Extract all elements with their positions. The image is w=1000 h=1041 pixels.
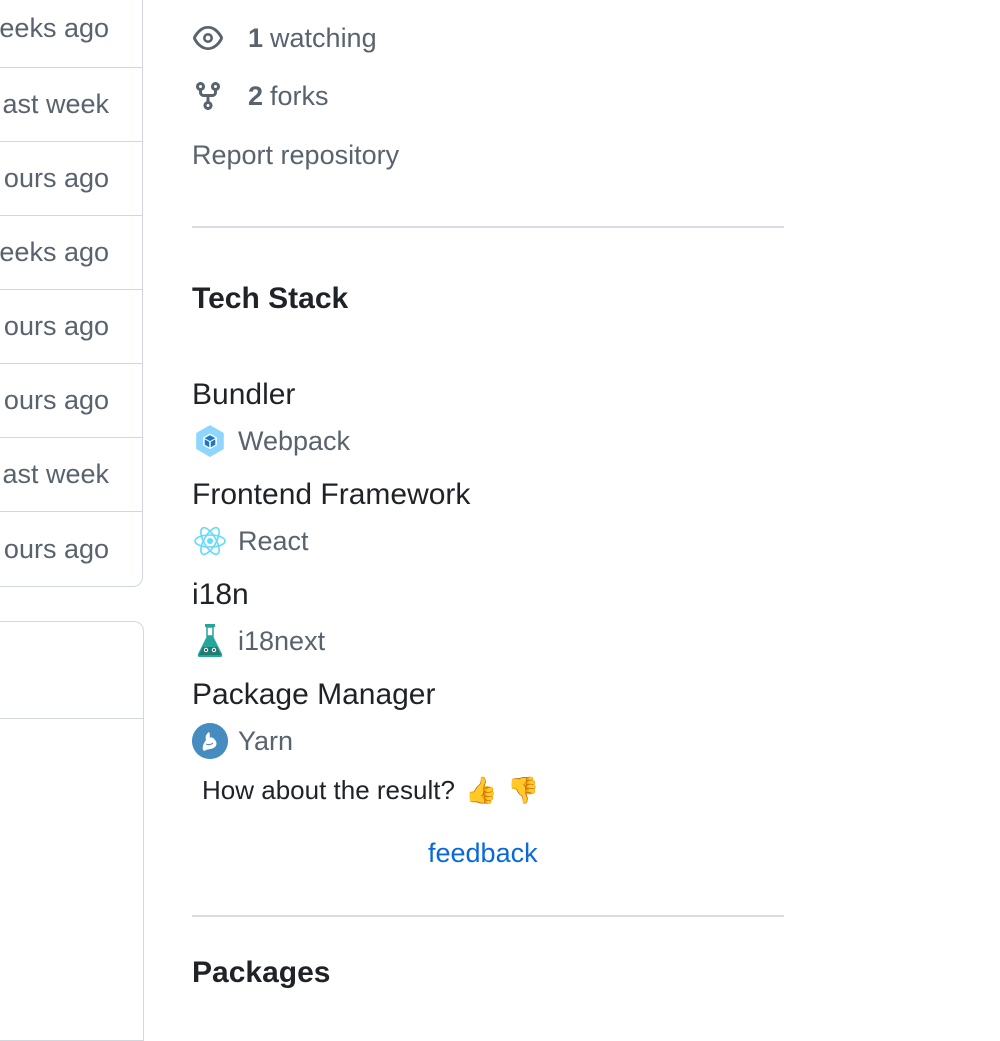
watching-label: watching — [270, 22, 377, 53]
forks-link[interactable]: 2 forks — [192, 80, 329, 112]
feedback-link[interactable]: feedback — [428, 838, 538, 869]
i18next-icon — [192, 623, 228, 659]
commit-time: ast week — [2, 89, 109, 119]
category-i18n: i18n — [192, 578, 249, 611]
commit-time: ours ago — [3, 163, 109, 193]
tech-webpack[interactable]: Webpack — [192, 423, 350, 459]
file-row[interactable]: ast week — [0, 68, 142, 142]
tech-react[interactable]: React — [192, 523, 309, 559]
divider — [192, 915, 784, 917]
tech-name: React — [238, 525, 309, 556]
feedback-question: How about the result? 👍 👎 — [202, 775, 540, 806]
forks-label: forks — [270, 80, 329, 111]
thumbs-down-icon[interactable]: 👎 — [507, 775, 539, 806]
watching-count: 1 — [248, 22, 264, 53]
file-row[interactable]: ours ago — [0, 142, 142, 216]
report-repository-link[interactable]: Report repository — [192, 140, 399, 171]
tech-name: Webpack — [238, 425, 351, 456]
file-row[interactable]: ours ago — [0, 364, 142, 438]
commit-time: eeks ago — [0, 13, 109, 43]
commit-time: eeks ago — [0, 237, 109, 267]
commit-time: ours ago — [3, 533, 109, 564]
file-row[interactable]: eeks ago — [0, 0, 142, 68]
tech-name: i18next — [238, 625, 326, 656]
tech-stack-title: Tech Stack — [192, 282, 349, 315]
forks-count: 2 — [248, 80, 264, 111]
tech-name: Yarn — [238, 725, 294, 756]
category-bundler: Bundler — [192, 378, 296, 411]
file-row[interactable]: ast week — [0, 438, 142, 512]
category-frontend-framework: Frontend Framework — [192, 478, 471, 511]
divider — [192, 226, 784, 228]
eye-icon — [192, 22, 224, 54]
tech-i18next[interactable]: i18next — [192, 623, 325, 659]
tech-yarn[interactable]: Yarn — [192, 723, 293, 759]
webpack-icon — [192, 423, 228, 459]
commit-time: ast week — [2, 459, 109, 489]
file-row[interactable]: ours ago — [0, 512, 142, 586]
react-icon — [192, 523, 228, 559]
commit-time: ours ago — [3, 311, 109, 341]
file-row[interactable]: ours ago — [0, 290, 142, 364]
file-row[interactable]: eeks ago — [0, 216, 142, 290]
readme-panel — [0, 621, 144, 1041]
feedback-question-text: How about the result? — [202, 775, 455, 805]
watchers-link[interactable]: 1 watching — [192, 22, 377, 54]
yarn-icon — [192, 723, 228, 759]
commit-time: ours ago — [3, 385, 109, 415]
category-package-manager: Package Manager — [192, 678, 436, 711]
packages-title: Packages — [192, 956, 331, 989]
thumbs-up-icon[interactable]: 👍 — [465, 775, 497, 806]
file-list: eeks ago ast week ours ago eeks ago ours… — [0, 0, 143, 587]
divider — [0, 718, 143, 719]
fork-icon — [192, 80, 224, 112]
